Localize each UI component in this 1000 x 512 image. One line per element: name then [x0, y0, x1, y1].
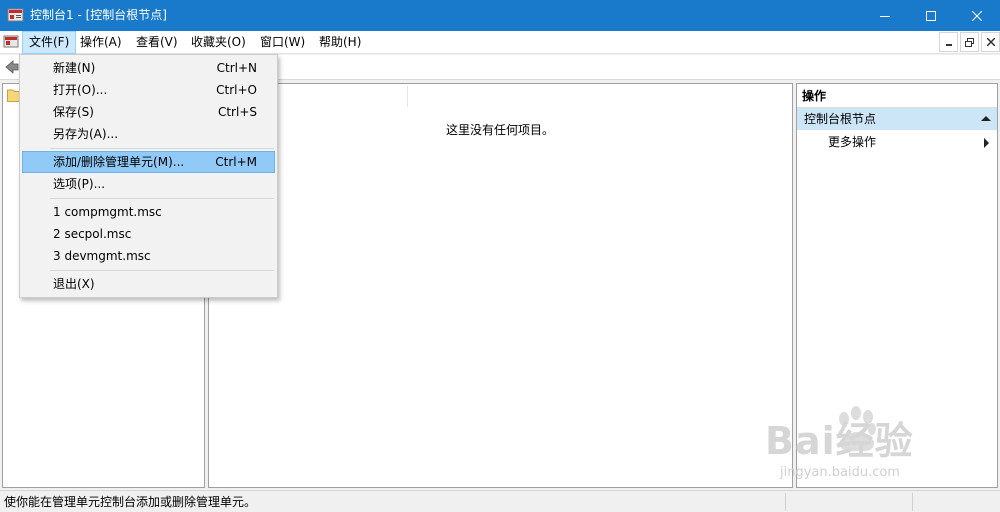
title-bar: 控制台1 - [控制台根节点] [0, 0, 1000, 31]
menu-file[interactable]: 文件(F) [22, 31, 77, 54]
mdi-close-button[interactable] [981, 32, 1000, 52]
menu-separator [50, 198, 274, 199]
actions-section-label: 控制台根节点 [804, 112, 877, 126]
menu-help[interactable]: 帮助(H) [313, 31, 367, 54]
menu-item-add-remove-snapin[interactable]: 添加/删除管理单元(M)... Ctrl+M [22, 151, 275, 173]
status-divider [785, 493, 786, 511]
close-icon [986, 38, 995, 46]
actions-section-console-root[interactable]: 控制台根节点 [797, 108, 997, 130]
menu-item-recent-2[interactable]: 2 secpol.msc [22, 223, 275, 245]
minimize-icon [880, 15, 890, 17]
status-bar: 使你能在管理单元控制台添加或删除管理单元。 [0, 490, 1000, 512]
back-arrow-icon[interactable] [4, 59, 20, 75]
menu-item-recent-1[interactable]: 1 compmgmt.msc [22, 201, 275, 223]
collapse-arrow-icon[interactable] [981, 116, 991, 121]
file-menu-dropdown: 新建(N) Ctrl+N 打开(O)... Ctrl+O 保存(S) Ctrl+… [19, 54, 278, 298]
menu-favorites[interactable]: 收藏夹(O) [185, 31, 252, 54]
submenu-arrow-icon[interactable] [984, 138, 989, 148]
close-icon [972, 10, 982, 21]
menu-item-exit[interactable]: 退出(X) [22, 273, 275, 295]
column-header[interactable] [209, 84, 792, 109]
column-divider[interactable] [407, 86, 408, 107]
watermark-brand-text: Bai经验 [765, 419, 914, 463]
menu-item-recent-3[interactable]: 3 devmgmt.msc [22, 245, 275, 267]
document-system-menu-icon[interactable] [3, 34, 19, 50]
close-button[interactable] [954, 0, 1000, 31]
result-pane[interactable]: 这里没有任何项目。 [208, 83, 793, 488]
watermark-url-text: jingyan.baidu.com [780, 465, 900, 480]
menu-separator [50, 270, 274, 271]
menu-item-open[interactable]: 打开(O)... Ctrl+O [22, 79, 275, 101]
mdi-window-controls [937, 32, 1000, 53]
menu-separator [50, 148, 274, 149]
maximize-button[interactable] [908, 0, 954, 31]
mdi-restore-button[interactable] [960, 32, 979, 52]
status-text: 使你能在管理单元控制台添加或删除管理单元。 [4, 495, 257, 509]
menu-item-save[interactable]: 保存(S) Ctrl+S [22, 101, 275, 123]
more-actions-item[interactable]: 更多操作 [828, 133, 876, 151]
actions-header: 操作 [797, 84, 997, 108]
empty-list-message: 这里没有任何项目。 [446, 123, 555, 137]
maximize-icon [926, 10, 936, 21]
mmc-console-icon[interactable] [7, 7, 24, 24]
menu-view[interactable]: 查看(V) [130, 31, 184, 54]
status-divider [912, 493, 913, 511]
menu-item-options[interactable]: 选项(P)... [22, 173, 275, 195]
menu-window[interactable]: 窗口(W) [254, 31, 311, 54]
minimize-button[interactable] [862, 0, 908, 31]
menu-item-new[interactable]: 新建(N) Ctrl+N [22, 57, 275, 79]
restore-icon [965, 37, 974, 47]
menu-bar: 文件(F) 操作(A) 查看(V) 收藏夹(O) 窗口(W) 帮助(H) [0, 31, 1000, 54]
mdi-minimize-button[interactable] [939, 32, 958, 52]
window-title: 控制台1 - [控制台根节点] [30, 8, 167, 22]
minimize-icon [945, 44, 952, 46]
menu-action[interactable]: 操作(A) [74, 31, 128, 54]
menu-item-save-as[interactable]: 另存为(A)... [22, 123, 275, 145]
